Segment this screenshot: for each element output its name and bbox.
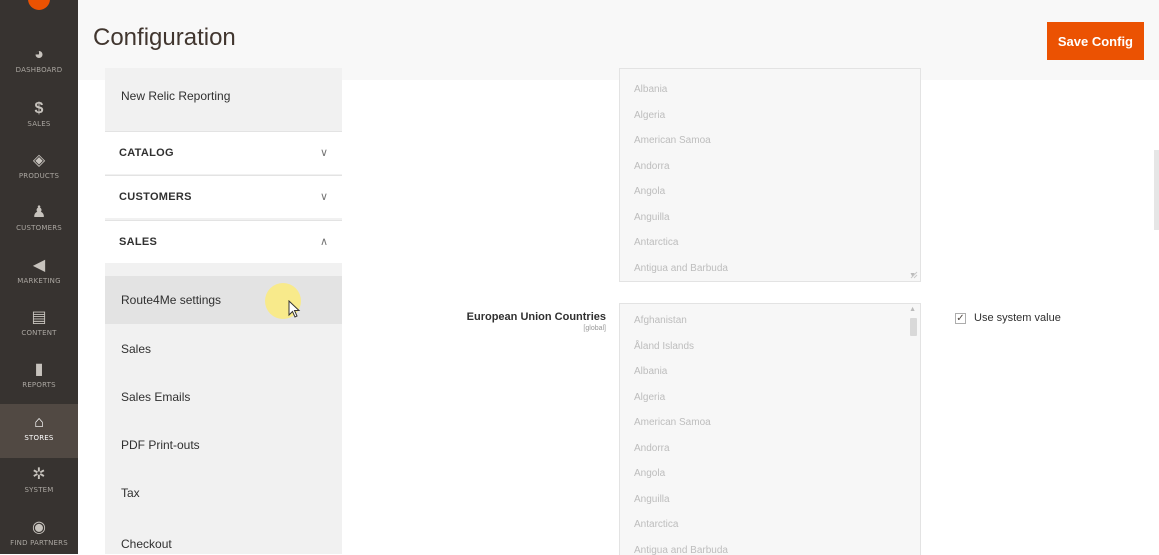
admin-menu-stores[interactable]: ⌂ STORES — [0, 404, 78, 458]
chevron-up-icon: ∧ — [320, 221, 328, 263]
admin-menu-content[interactable]: ▤ CONTENT — [0, 299, 78, 353]
admin-menu-sales[interactable]: $ SALES — [0, 90, 78, 144]
country-option[interactable]: Antarctica — [620, 512, 920, 538]
admin-menu-customers[interactable]: ♟ CUSTOMERS — [0, 194, 78, 248]
page-title: Configuration — [93, 24, 236, 52]
section-label: CATALOG — [119, 132, 174, 174]
admin-menu-products[interactable]: ◈ PRODUCTS — [0, 142, 78, 196]
nav-item-tax[interactable]: Tax — [105, 469, 342, 517]
nav-item-label: Checkout — [121, 520, 172, 554]
country-option[interactable]: Åland Islands — [620, 334, 920, 360]
bar-chart-icon: ▮ — [0, 361, 78, 379]
country-option[interactable]: Andorra — [620, 436, 920, 462]
scroll-up-icon[interactable]: ▲ — [909, 306, 916, 313]
nav-item-label: PDF Print-outs — [121, 421, 200, 469]
admin-menu-label: FIND PARTNERS — [0, 539, 78, 547]
partners-box-icon: ◉ — [0, 519, 78, 537]
country-multiselect[interactable]: AlbaniaAlgeriaAmerican SamoaAndorraAngol… — [619, 68, 921, 282]
checkmark-icon[interactable]: ✓ — [955, 313, 966, 324]
section-label: CUSTOMERS — [119, 176, 192, 218]
section-sales[interactable]: SALES ∧ — [105, 220, 342, 263]
cube-icon: ◈ — [0, 152, 78, 170]
storefront-icon: ⌂ — [0, 414, 78, 432]
eu-countries-label: European Union Countries — [420, 311, 606, 323]
country-option[interactable]: Algeria — [620, 103, 920, 129]
section-label: SALES — [119, 221, 157, 263]
nav-item-pdf-print-outs[interactable]: PDF Print-outs — [105, 421, 342, 469]
resize-grip-icon[interactable] — [910, 271, 918, 279]
section-customers[interactable]: CUSTOMERS ∨ — [105, 175, 342, 218]
country-option[interactable]: Andorra — [620, 154, 920, 180]
nav-item-checkout[interactable]: Checkout — [105, 520, 342, 554]
admin-menu-marketing[interactable]: ◀ MARKETING — [0, 247, 78, 301]
nav-item-route4me-settings[interactable]: Route4Me settings — [105, 276, 342, 324]
country-option[interactable]: American Samoa — [620, 128, 920, 154]
admin-menu: ◕ DASHBOARD $ SALES ◈ PRODUCTS ♟ CUSTOMERS ◀ MARK… — [0, 0, 78, 554]
country-option[interactable]: Algeria — [620, 385, 920, 411]
country-option[interactable]: Antigua and Barbuda — [620, 538, 920, 555]
country-option[interactable]: Anguilla — [620, 487, 920, 513]
config-sidebar: New Relic Reporting CATALOG ∨ CUSTOMERS … — [105, 68, 342, 554]
admin-menu-label: SALES — [0, 120, 78, 128]
admin-menu-label: DASHBOARD — [0, 66, 78, 74]
dollar-icon: $ — [0, 100, 78, 118]
person-icon: ♟ — [0, 204, 78, 222]
admin-menu-label: CUSTOMERS — [0, 224, 78, 232]
country-option[interactable]: Afghanistan — [620, 308, 920, 334]
nav-item-label: Sales — [121, 325, 151, 373]
nav-item-label: Route4Me settings — [121, 276, 221, 324]
admin-menu-label: CONTENT — [0, 329, 78, 337]
dashboard-icon: ◕ — [0, 46, 78, 64]
admin-menu-label: SYSTEM — [0, 486, 78, 494]
eu-countries-scope: [global] — [420, 325, 606, 332]
admin-menu-label: STORES — [0, 434, 78, 442]
admin-menu-label: REPORTS — [0, 381, 78, 389]
country-option[interactable]: Antigua and Barbuda — [620, 256, 920, 282]
country-option[interactable]: Albania — [620, 77, 920, 103]
admin-menu-reports[interactable]: ▮ REPORTS — [0, 351, 78, 405]
megaphone-icon: ◀ — [0, 257, 78, 275]
chevron-down-icon: ∨ — [320, 176, 328, 218]
admin-menu-label: MARKETING — [0, 277, 78, 285]
admin-menu-system[interactable]: ✲ SYSTEM — [0, 456, 78, 510]
nav-item-label: Tax — [121, 469, 140, 517]
country-option[interactable]: American Samoa — [620, 410, 920, 436]
chevron-down-icon: ∨ — [320, 132, 328, 174]
save-config-button[interactable]: Save Config — [1047, 22, 1144, 60]
admin-menu-dashboard[interactable]: ◕ DASHBOARD — [0, 36, 78, 90]
magento-logo-icon[interactable] — [28, 0, 50, 10]
nav-item-label: New Relic Reporting — [121, 72, 230, 120]
use-system-value-label: Use system value — [974, 312, 1061, 324]
page-scrollbar[interactable] — [1154, 150, 1159, 230]
country-option[interactable]: Anguilla — [620, 205, 920, 231]
nav-item-label: Sales Emails — [121, 373, 190, 421]
nav-item-new-relic-reporting[interactable]: New Relic Reporting — [105, 72, 342, 120]
admin-menu-label: PRODUCTS — [0, 172, 78, 180]
admin-menu-find-partners[interactable]: ◉ FIND PARTNERS — [0, 509, 78, 554]
gear-icon: ✲ — [0, 466, 78, 484]
country-option[interactable]: Albania — [620, 359, 920, 385]
country-option[interactable]: Angola — [620, 179, 920, 205]
country-option[interactable]: Antarctica — [620, 230, 920, 256]
mouse-pointer-icon — [288, 300, 302, 318]
country-option[interactable]: Angola — [620, 461, 920, 487]
section-catalog[interactable]: CATALOG ∨ — [105, 131, 342, 174]
layout-icon: ▤ — [0, 309, 78, 327]
scrollbar-thumb[interactable] — [910, 318, 917, 336]
nav-item-sales-emails[interactable]: Sales Emails — [105, 373, 342, 421]
nav-item-sales[interactable]: Sales — [105, 325, 342, 373]
eu-countries-multiselect[interactable]: AfghanistanÅland IslandsAlbaniaAlgeriaAm… — [619, 303, 921, 555]
